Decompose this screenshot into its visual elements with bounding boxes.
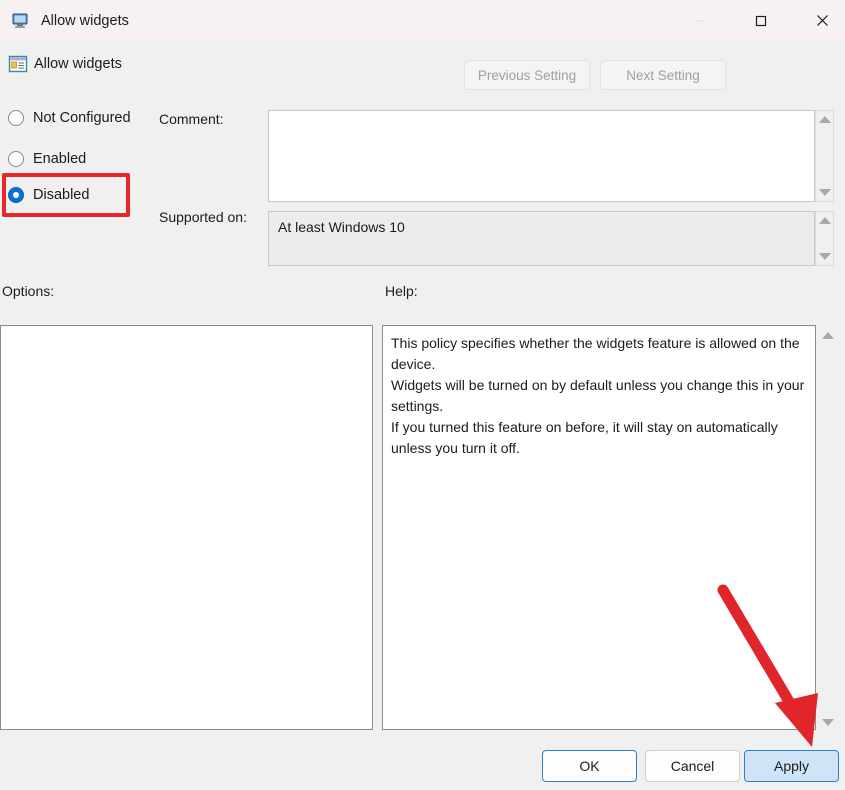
previous-setting-button[interactable]: Previous Setting bbox=[464, 60, 590, 90]
comment-input[interactable] bbox=[268, 110, 815, 202]
radio-disabled-mark bbox=[8, 187, 24, 203]
policy-setting-icon bbox=[8, 54, 28, 74]
comment-label: Comment: bbox=[159, 111, 224, 127]
minimize-button[interactable] bbox=[677, 0, 723, 41]
apply-button[interactable]: Apply bbox=[744, 750, 839, 782]
radio-enabled-mark bbox=[8, 151, 24, 167]
close-button[interactable] bbox=[799, 0, 845, 41]
window-title: Allow widgets bbox=[41, 12, 129, 29]
group-policy-setting-dialog: Allow widgets Allow widgets Previous Set… bbox=[0, 0, 845, 790]
help-paragraph: Widgets will be turned on by default unl… bbox=[391, 377, 805, 414]
title-bar: Allow widgets bbox=[0, 0, 845, 41]
maximize-button[interactable] bbox=[738, 0, 784, 41]
policy-name: Allow widgets bbox=[34, 56, 122, 72]
next-setting-button[interactable]: Next Setting bbox=[600, 60, 726, 90]
scroll-down-icon[interactable] bbox=[822, 719, 834, 726]
radio-disabled[interactable]: Disabled bbox=[8, 184, 89, 206]
help-paragraph: This policy specifies whether the widget… bbox=[391, 335, 800, 372]
supported-on-field: At least Windows 10 bbox=[268, 211, 815, 266]
radio-not-configured[interactable]: Not Configured bbox=[8, 107, 131, 129]
scroll-up-icon[interactable] bbox=[818, 217, 831, 224]
help-panel: This policy specifies whether the widget… bbox=[382, 325, 816, 730]
comment-scrollbar[interactable] bbox=[815, 110, 834, 202]
cancel-button[interactable]: Cancel bbox=[645, 750, 740, 782]
supported-on-value: At least Windows 10 bbox=[278, 219, 405, 235]
radio-not-configured-mark bbox=[8, 110, 24, 126]
options-panel[interactable] bbox=[0, 325, 373, 730]
help-scrollbar[interactable] bbox=[819, 327, 837, 731]
help-paragraph: If you turned this feature on before, it… bbox=[391, 419, 778, 456]
ok-button[interactable]: OK bbox=[542, 750, 637, 782]
radio-enabled[interactable]: Enabled bbox=[8, 148, 86, 170]
supported-on-scrollbar[interactable] bbox=[815, 211, 834, 266]
options-label: Options: bbox=[2, 283, 55, 299]
radio-disabled-label: Disabled bbox=[33, 187, 90, 203]
radio-enabled-label: Enabled bbox=[33, 151, 87, 167]
supported-on-label: Supported on: bbox=[159, 209, 247, 225]
scroll-down-icon[interactable] bbox=[818, 189, 831, 196]
radio-not-configured-label: Not Configured bbox=[33, 110, 131, 126]
computer-monitor-icon bbox=[10, 12, 30, 30]
scroll-down-icon[interactable] bbox=[818, 253, 831, 260]
help-label: Help: bbox=[385, 283, 418, 299]
help-text: This policy specifies whether the widget… bbox=[383, 326, 815, 459]
scroll-up-icon[interactable] bbox=[822, 332, 834, 339]
scroll-up-icon[interactable] bbox=[818, 116, 831, 123]
